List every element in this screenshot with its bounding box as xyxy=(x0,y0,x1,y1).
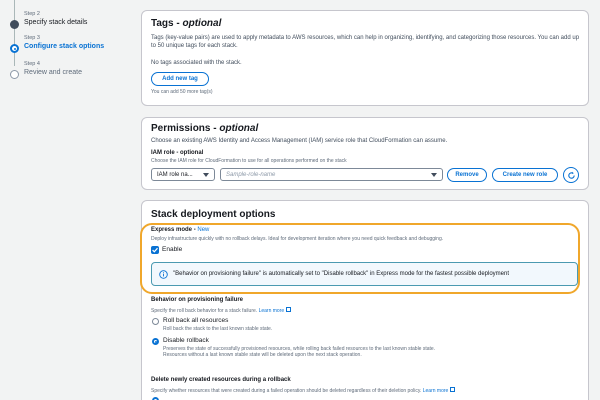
new-badge: New xyxy=(197,227,210,233)
behavior-label: Behavior on provisioning failure xyxy=(151,297,244,303)
step-name: Review and create xyxy=(24,69,82,76)
deployment-title: Stack deployment options xyxy=(151,209,276,220)
wizard-steps: Step 2 Specify stack details Step 3 Conf… xyxy=(0,0,125,400)
learn-more-link[interactable]: Learn more xyxy=(423,388,449,394)
remove-button[interactable]: Remove xyxy=(447,168,487,182)
chevron-down-icon xyxy=(203,173,209,177)
tags-description: Tags (key-value pairs) are used to apply… xyxy=(151,35,580,49)
step-name[interactable]: Specify stack details xyxy=(24,19,87,26)
checkmark-icon xyxy=(152,247,158,253)
step-number: Step 3 xyxy=(24,35,40,41)
chevron-down-icon xyxy=(431,173,437,177)
refresh-icon xyxy=(567,171,575,179)
select-value: IAM role na... xyxy=(157,171,193,178)
role-placeholder: Sample-role-name xyxy=(226,171,276,178)
enable-checkbox[interactable] xyxy=(151,246,159,254)
disable-rollback-label[interactable]: Disable rollback xyxy=(163,337,209,344)
external-link-icon xyxy=(286,307,292,312)
tags-title: Tags - optional xyxy=(151,18,222,29)
permissions-description: Choose an existing AWS Identity and Acce… xyxy=(151,138,448,144)
step-name[interactable]: Configure stack options xyxy=(24,43,104,50)
permissions-title: Permissions - optional xyxy=(151,123,259,134)
add-new-tag-button[interactable]: Add new tag xyxy=(151,72,209,86)
roll-back-all-radio[interactable] xyxy=(152,318,159,325)
roll-back-all-label[interactable]: Roll back all resources xyxy=(163,317,228,324)
disable-rollback-radio[interactable] xyxy=(152,338,159,345)
express-mode-description: Deploy infrastructure quickly with no ro… xyxy=(151,236,444,242)
steps-rail xyxy=(14,0,15,66)
iam-role-description: Choose the IAM role for CloudFormation t… xyxy=(151,158,347,164)
create-new-role-button[interactable]: Create new role xyxy=(492,168,558,182)
express-mode-label: Express mode - New xyxy=(151,227,210,233)
learn-more-link[interactable]: Learn more xyxy=(259,308,285,314)
tags-empty-text: No tags associated with the stack. xyxy=(151,60,242,66)
step-complete-icon xyxy=(10,20,19,29)
step-current-icon xyxy=(10,44,19,53)
roll-back-all-description: Roll back the stack to the last known st… xyxy=(163,326,273,332)
iam-role-type-select[interactable]: IAM role na... xyxy=(151,168,215,181)
disable-rollback-description: Preserves the state of successfully prov… xyxy=(163,346,436,358)
info-alert-text: "Behavior on provisioning failure" is au… xyxy=(173,271,510,277)
behavior-description: Specify the roll back behavior for a sta… xyxy=(151,307,292,314)
info-alert: "Behavior on provisioning failure" is au… xyxy=(151,262,578,286)
info-icon xyxy=(159,270,168,279)
step-number: Step 4 xyxy=(24,61,40,67)
stack-deployment-panel: Stack deployment options Express mode - … xyxy=(140,200,589,400)
step-number: Step 2 xyxy=(24,11,40,17)
refresh-button[interactable] xyxy=(563,167,579,183)
delete-resources-label: Delete newly created resources during a … xyxy=(151,377,291,383)
step-pending-icon xyxy=(10,70,19,79)
delete-resources-description: Specify whether resources that were crea… xyxy=(151,387,456,394)
enable-label[interactable]: Enable xyxy=(162,246,182,253)
external-link-icon xyxy=(450,387,456,392)
tags-limit-hint: You can add 50 more tag(s) xyxy=(151,89,213,95)
iam-role-name-select[interactable]: Sample-role-name xyxy=(220,168,443,181)
iam-role-label: IAM role - optional xyxy=(151,150,204,156)
tags-panel: Tags - optional Tags (key-value pairs) a… xyxy=(141,10,589,106)
permissions-panel: Permissions - optional Choose an existin… xyxy=(141,117,589,190)
